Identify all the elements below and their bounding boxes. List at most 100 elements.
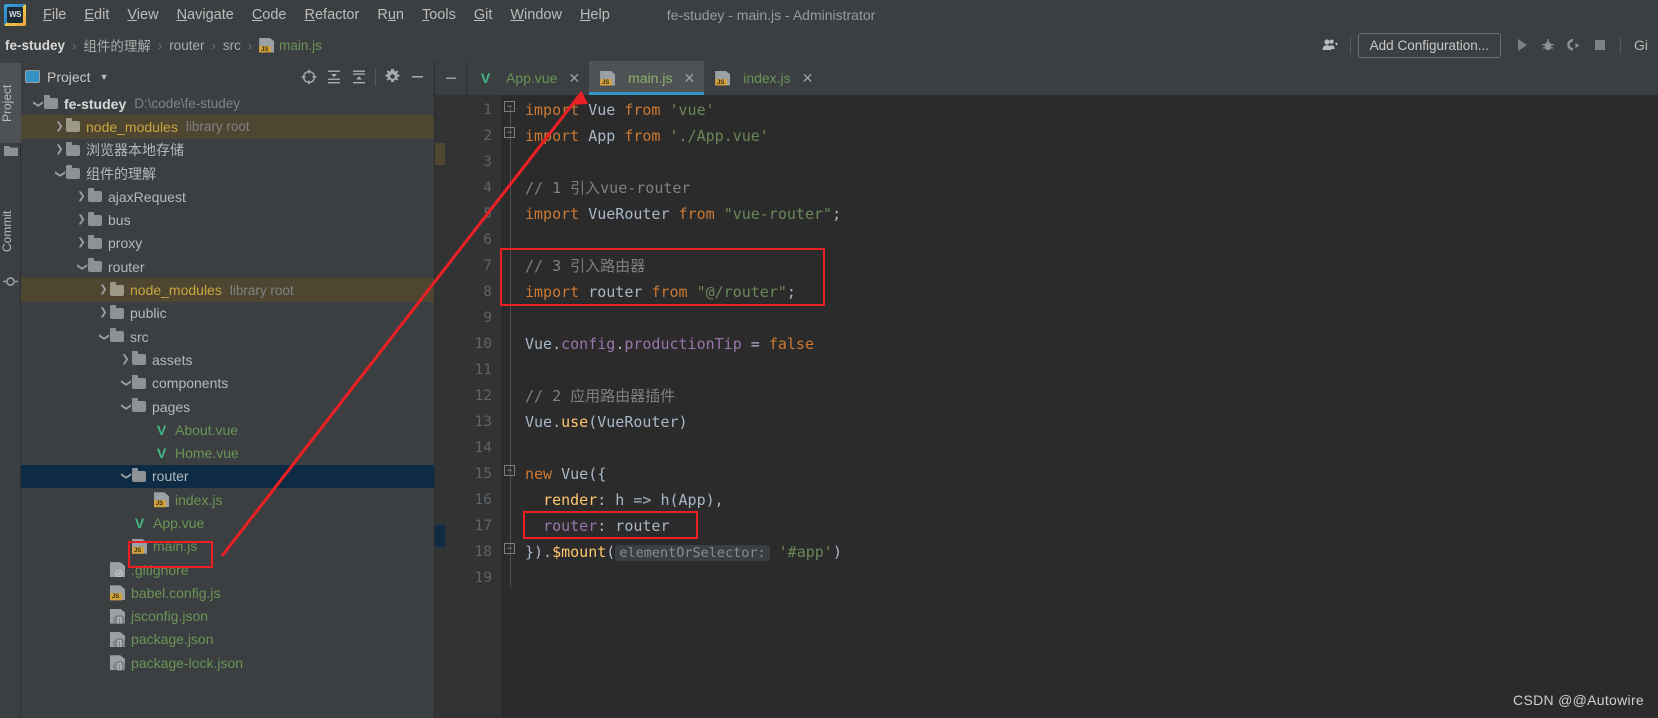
commit-icon [3,275,18,290]
chevron-down-icon[interactable]: ❯ [77,260,88,273]
chevron-down-icon[interactable]: ❯ [121,377,132,390]
collapse-all-icon[interactable] [346,64,371,89]
coverage-icon[interactable] [1561,32,1587,58]
breadcrumb-item-file[interactable]: main.js [279,38,322,53]
editor-tab-main-js[interactable]: main.js ✕ [589,61,705,95]
close-icon[interactable]: ✕ [568,70,580,87]
code-text[interactable]: import Vue from 'vue' import App from './… [517,95,1658,718]
tree-row-app-vue[interactable]: App.vue [21,511,434,534]
code-token: from [651,283,688,301]
menu-item-edit[interactable]: Edit [75,4,118,26]
tool-tab-project[interactable]: Project [0,63,21,143]
tree-row-ajaxrequest[interactable]: ❯ ajaxRequest [21,185,434,208]
tree-row-about-vue[interactable]: About.vue [21,418,434,441]
tree-row-babel-config-js[interactable]: babel.config.js [21,581,434,604]
menu-item-tools[interactable]: Tools [413,4,465,26]
add-configuration-button[interactable]: Add Configuration... [1357,32,1501,58]
menu-item-window[interactable]: Window [501,4,571,26]
tree-row-package-lock-json[interactable]: package-lock.json [21,651,434,674]
tree-row-src[interactable]: ❯ src [21,325,434,348]
project-file-tree[interactable]: ❯ fe-studey D:\code\fe-studey ❯ node_modules… [21,92,434,718]
code-token: = [741,335,769,353]
chevron-right-icon[interactable]: ❯ [75,238,88,248]
tree-row-public[interactable]: ❯ public [21,302,434,325]
tree-row--gitignore[interactable]: .gitignore [21,558,434,581]
hide-tabs-icon[interactable] [435,61,467,95]
chevron-down-icon[interactable]: ❯ [55,167,66,180]
tree-row-label: 组件的理解 [86,165,156,182]
chevron-down-icon[interactable]: ❯ [121,470,132,483]
chevron-down-icon[interactable]: ❯ [121,400,132,413]
menu-item-help[interactable]: Help [571,4,619,26]
fold-marker-icon[interactable]: − [504,101,515,112]
breadcrumb-item-2[interactable]: router [169,38,204,53]
chevron-right-icon[interactable]: ❯ [75,191,88,202]
gear-icon[interactable] [380,64,405,89]
close-icon[interactable]: ✕ [802,70,814,87]
tree-row-proxy[interactable]: ❯ proxy [21,232,434,255]
chevron-down-icon[interactable]: ▼ [100,72,109,82]
json-file-icon [110,608,125,624]
editor-tab-app-vue[interactable]: App.vue ✕ [467,61,589,95]
menu-item-run[interactable]: Run [368,4,413,26]
tree-row-router[interactable]: ❯ router [21,255,434,278]
close-icon[interactable]: ✕ [683,70,695,87]
tree-row-package-json[interactable]: package.json [21,628,434,651]
fold-marker-icon[interactable]: − [504,543,515,554]
breadcrumb-item-3[interactable]: src [223,38,241,53]
run-icon[interactable] [1509,32,1535,58]
tree-row-index-js[interactable]: index.js [21,488,434,511]
code-folding-gutter[interactable]: − − − − [501,95,517,718]
menu-item-navigate[interactable]: Navigate [168,4,243,26]
tree-row-main-js[interactable]: main.js [21,535,434,558]
menu-item-code[interactable]: Code [243,4,296,26]
menu-item-view[interactable]: View [118,4,167,26]
error-stripe-gutter[interactable] [435,95,445,718]
code-token: VueRouter [588,205,670,223]
tree-row-components[interactable]: ❯ components [21,372,434,395]
project-panel-title-group[interactable]: Project ▼ [25,69,109,85]
chevron-down-icon[interactable]: ❯ [99,330,110,343]
expand-all-icon[interactable] [321,64,346,89]
chevron-right-icon[interactable]: ❯ [53,145,66,155]
code-token: router [588,283,643,301]
tree-row-assets[interactable]: ❯ assets [21,348,434,371]
code-token: Vue [588,101,616,119]
stop-icon[interactable] [1587,32,1613,58]
tree-row-pages[interactable]: ❯ pages [21,395,434,418]
tree-row------[interactable]: ❯ 组件的理解 [21,162,434,185]
tree-row-fe-studey[interactable]: ❯ fe-studey D:\code\fe-studey [21,92,434,115]
hide-panel-icon[interactable] [405,64,430,89]
tool-tab-commit[interactable]: Commit [0,189,21,273]
chevron-right-icon[interactable]: ❯ [53,121,66,132]
chevron-right-icon[interactable]: ❯ [97,285,110,295]
code-editor[interactable]: 1 2 3 4 5 6 7 8 9 10 11 12 13 14 15 16 17 18 19 − − − − im… [435,95,1658,718]
tree-row--------[interactable]: ❯ 浏览器本地存储 [21,139,434,162]
menu-item-git[interactable]: Git [465,4,502,26]
tree-row-bus[interactable]: ❯ bus [21,208,434,231]
chevron-down-icon[interactable]: ❯ [33,97,44,110]
chevron-right-icon[interactable]: ❯ [75,215,88,225]
tree-row-home-vue[interactable]: Home.vue [21,441,434,464]
code-token: use [561,413,589,431]
breadcrumb-item-project[interactable]: fe-studey [5,38,65,53]
fold-marker-icon[interactable]: − [504,127,515,138]
chevron-right-icon[interactable]: ❯ [97,308,110,318]
tree-row-node-modules[interactable]: ❯ node_modules library root [21,278,434,302]
locate-icon[interactable] [296,64,321,89]
fold-marker-icon[interactable]: − [504,465,515,476]
tree-row-jsconfig-json[interactable]: jsconfig.json [21,605,434,628]
tree-row-node-modules[interactable]: ❯ node_modules library root [21,115,434,139]
chevron-right-icon[interactable]: ❯ [119,354,132,365]
user-accounts-icon[interactable] [1317,32,1343,58]
editor-tab-index-js[interactable]: index.js ✕ [704,61,822,95]
menu-item-refactor[interactable]: Refactor [296,4,369,26]
menu-item-file[interactable]: File [34,4,75,26]
debug-icon[interactable] [1535,32,1561,58]
git-menu-label[interactable]: Gi [1628,37,1654,53]
breadcrumb-item-1[interactable]: 组件的理解 [83,35,151,55]
tree-row-label: main.js [153,538,198,555]
tree-row-router[interactable]: ❯ router [21,464,434,489]
